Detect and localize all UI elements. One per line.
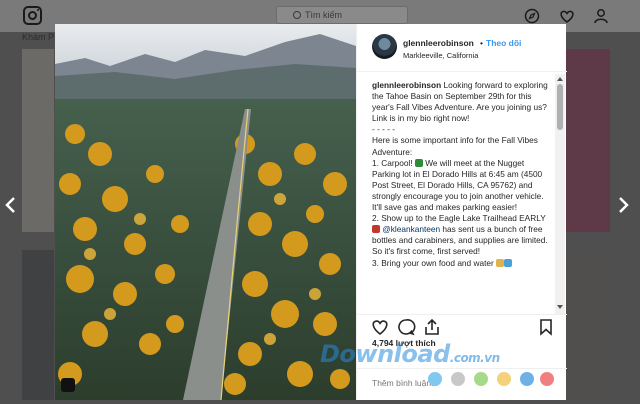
watermark-domain: .com.vn (449, 351, 500, 365)
post-location[interactable]: Markleeville, California (403, 51, 478, 60)
water-emoji-icon (504, 258, 513, 267)
post-username[interactable]: glennleerobinson (403, 38, 474, 48)
watermark-dot (520, 372, 534, 386)
watermark-logo: Download.com.vn (320, 340, 500, 368)
post-header: glennleerobinson • Theo dõi Markleeville… (357, 24, 567, 72)
caption-divider: - - - - - (372, 124, 396, 135)
search-input[interactable]: Tìm kiếm (276, 6, 408, 24)
caption-scrollbar[interactable] (555, 74, 565, 314)
separator-dot: • (480, 38, 483, 48)
profile-icon[interactable] (593, 8, 609, 24)
bread-emoji-icon (496, 258, 505, 267)
watermark-dot (428, 372, 442, 386)
scroll-up-arrow-icon[interactable] (557, 77, 563, 81)
avatar[interactable] (372, 34, 397, 59)
watermark-dot (451, 372, 465, 386)
heart-icon[interactable] (559, 8, 575, 24)
caption-item-3: 3. Bring your own food and water (372, 257, 497, 268)
follow-button[interactable]: Theo dõi (486, 38, 521, 48)
background-tile[interactable] (566, 250, 610, 400)
user-tag-icon[interactable] (61, 378, 75, 392)
landscape-image (55, 24, 356, 400)
explore-label: Khám P (22, 32, 55, 42)
caption-mention[interactable]: @kleankanteen (382, 224, 440, 234)
share-icon[interactable] (422, 317, 442, 337)
caption-item-2: 2. Show up to the Eagle Lake Trailhead E… (372, 213, 546, 224)
caption-username[interactable]: glennleerobinson (372, 80, 441, 90)
previous-arrow-icon[interactable] (4, 196, 18, 214)
scroll-thumb[interactable] (557, 84, 563, 130)
next-arrow-icon[interactable] (616, 196, 630, 214)
caption-item-1: 1. Carpool! (372, 157, 415, 168)
post-caption: glennleerobinson Looking forward to expl… (372, 80, 550, 306)
watermark-dot (497, 372, 511, 386)
background-tile[interactable] (22, 250, 54, 400)
search-placeholder: Tìm kiếm (305, 10, 342, 20)
alarm-clock-emoji-icon (372, 225, 380, 234)
comment-icon[interactable] (396, 317, 416, 337)
caption-info: Here is some important info for the Fall… (372, 135, 538, 157)
bookmark-icon[interactable] (536, 317, 556, 337)
post-photo[interactable] (55, 24, 356, 400)
car-emoji-icon (414, 158, 423, 167)
background-tile[interactable] (566, 49, 610, 232)
search-icon (293, 11, 301, 19)
compass-icon[interactable] (524, 8, 540, 24)
scroll-down-arrow-icon[interactable] (557, 305, 563, 309)
background-tile[interactable] (22, 49, 54, 232)
watermark-dot (540, 372, 554, 386)
like-heart-icon[interactable] (370, 317, 390, 337)
watermark-brand: Download (320, 340, 450, 368)
watermark-dots (428, 372, 558, 386)
watermark-dot (474, 372, 488, 386)
instagram-logo-icon[interactable] (23, 6, 42, 25)
